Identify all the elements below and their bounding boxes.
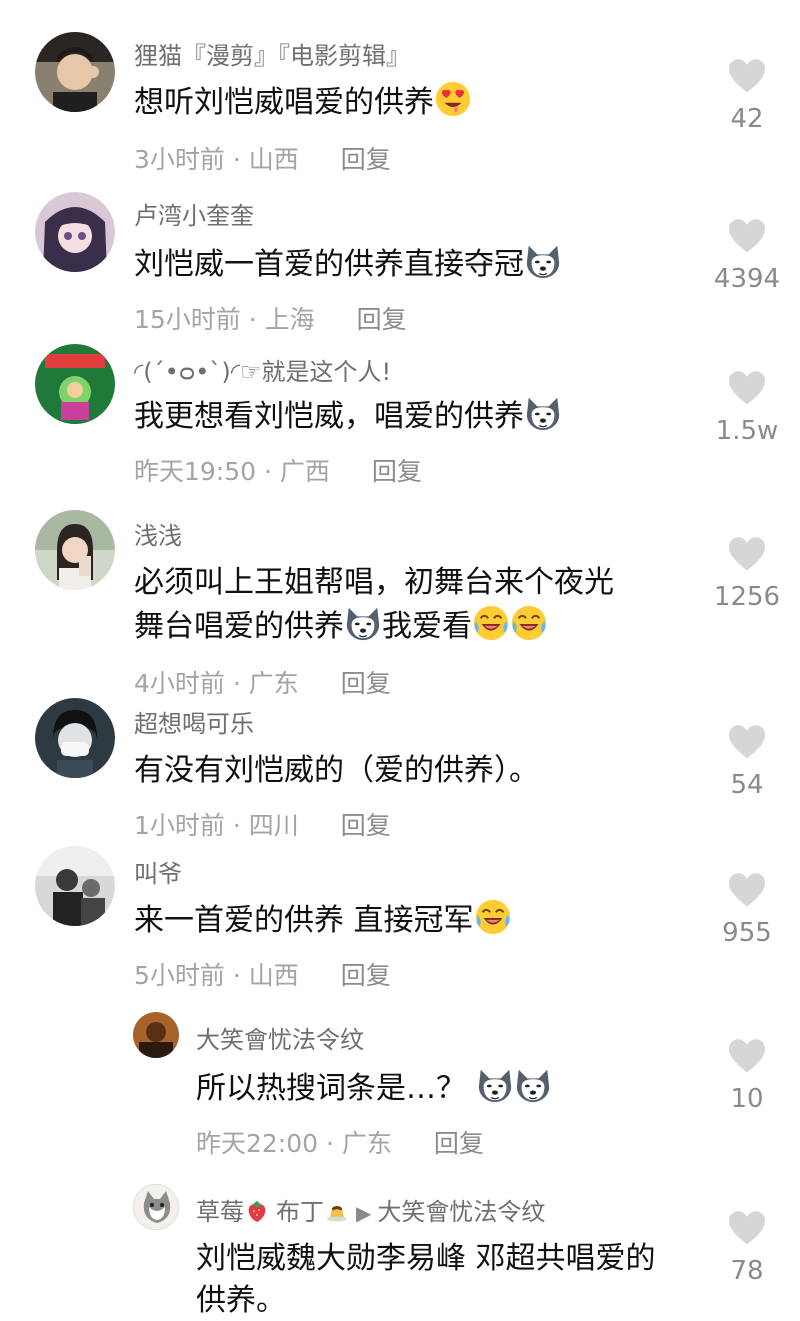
timestamp: 5小时前 (134, 961, 225, 990)
reply-meta: 昨天22:00 · 广东 回复 (196, 1124, 484, 1160)
comment-meta: 昨天19:50 · 广西 回复 (134, 452, 422, 488)
like-count: 1.5w (715, 416, 779, 446)
timestamp: 昨天22:00 (196, 1129, 319, 1158)
reply-text: 刘恺威魏大勋李易峰 邓超共唱爱的 供养。 (196, 1241, 656, 1318)
location: 四川 (248, 811, 299, 840)
reply-username-line: 草莓 布丁 ▶ 大笑會忧法令纹 (196, 1192, 545, 1227)
like-count: 10 (730, 1084, 764, 1114)
comment-text: 想听刘恺威唱爱的供养 (134, 80, 472, 124)
location: 山西 (248, 961, 299, 990)
heart-icon[interactable] (727, 218, 767, 254)
heart-icon[interactable] (727, 58, 767, 94)
comment-text: 必须叫上王姐帮唱，初舞台来个夜光 舞台唱爱的供养 我爱看 (134, 565, 614, 644)
laughing-tears-emoji-icon (510, 604, 548, 642)
reply-text: 所以热搜词条是…？ (196, 1066, 552, 1110)
comment-text: 刘恺威一首爱的供养直接夺冠 (134, 242, 562, 286)
location: 上海 (264, 305, 315, 334)
username-suffix: 布丁 (276, 1198, 324, 1226)
husky-dog-emoji-icon (476, 1066, 514, 1104)
reply-button[interactable]: 回复 (341, 961, 391, 990)
like-button[interactable]: 955 (705, 872, 789, 948)
husky-dog-emoji-icon (344, 604, 382, 642)
husky-dog-emoji-icon (524, 242, 562, 280)
comment-meta: 5小时前 · 山西 回复 (134, 956, 391, 992)
reply-to-username[interactable]: 大笑會忧法令纹 (377, 1198, 545, 1226)
separator: · (264, 457, 272, 486)
location: 山西 (248, 145, 299, 174)
like-button[interactable]: 1.5w (705, 370, 789, 446)
avatar[interactable] (35, 846, 115, 926)
heart-icon[interactable] (727, 724, 767, 760)
avatar[interactable] (133, 1184, 179, 1230)
like-count: 4394 (713, 264, 781, 294)
laughing-tears-emoji-icon (474, 898, 512, 936)
like-button[interactable]: 54 (705, 724, 789, 800)
comment-text: 有没有刘恺威的（爱的供养）。 (134, 753, 539, 788)
separator: · (232, 961, 241, 990)
like-button[interactable]: 42 (705, 58, 789, 134)
reply-button[interactable]: 回复 (341, 145, 391, 174)
heart-icon[interactable] (727, 1038, 767, 1074)
avatar[interactable] (35, 344, 115, 424)
timestamp: 昨天19:50 (134, 457, 257, 486)
reply-button[interactable]: 回复 (357, 305, 407, 334)
like-button[interactable]: 1256 (705, 536, 789, 612)
separator: · (232, 811, 241, 840)
comment-meta: 3小时前 · 山西 回复 (134, 140, 391, 176)
location: 广东 (248, 669, 299, 698)
timestamp: 15小时前 (134, 305, 241, 334)
location: 广西 (279, 457, 330, 486)
username[interactable]: 大笑會忧法令纹 (196, 1020, 364, 1055)
timestamp: 1小时前 (134, 811, 225, 840)
comment-meta: 15小时前 · 上海 回复 (134, 300, 407, 336)
like-count: 955 (722, 918, 772, 948)
separator: · (232, 669, 241, 698)
reply-button[interactable]: 回复 (341, 811, 391, 840)
avatar[interactable] (35, 510, 115, 590)
avatar[interactable] (133, 1012, 179, 1058)
username[interactable]: 草莓 (196, 1198, 244, 1226)
comment-meta: 4小时前 · 广东 回复 (134, 664, 391, 700)
comment-meta: 1小时前 · 四川 回复 (134, 806, 391, 842)
timestamp: 4小时前 (134, 669, 225, 698)
timestamp: 3小时前 (134, 145, 225, 174)
like-button[interactable]: 4394 (705, 218, 789, 294)
heart-icon[interactable] (727, 370, 767, 406)
heart-icon[interactable] (727, 536, 767, 572)
like-count: 1256 (713, 582, 781, 612)
like-button[interactable]: 78 (705, 1210, 789, 1286)
like-count: 54 (730, 770, 764, 800)
username[interactable]: 狸猫『漫剪』『电影剪辑』 (134, 36, 410, 71)
username[interactable]: 浅浅 (134, 516, 182, 551)
comment-text: 来一首爱的供养 直接冠军 (134, 898, 512, 942)
husky-dog-emoji-icon (514, 1066, 552, 1104)
reply-button[interactable]: 回复 (434, 1129, 484, 1158)
reply-button[interactable]: 回复 (341, 669, 391, 698)
username[interactable]: ◜(ˊ•ᴑ•ˋ)◜☞就是这个人! (134, 352, 391, 387)
username[interactable]: 卢湾小奎奎 (134, 196, 254, 231)
separator: · (232, 145, 241, 174)
username[interactable]: 叫爷 (134, 854, 182, 889)
separator: · (326, 1129, 334, 1158)
strawberry-icon (244, 1198, 270, 1224)
like-count: 42 (730, 104, 764, 134)
pudding-icon (324, 1198, 350, 1224)
heart-icon[interactable] (727, 872, 767, 908)
location: 广东 (341, 1129, 392, 1158)
like-count: 78 (730, 1256, 764, 1286)
username[interactable]: 超想喝可乐 (134, 704, 254, 739)
avatar[interactable] (35, 32, 115, 112)
heart-eyes-emoji-icon (434, 80, 472, 118)
like-button[interactable]: 10 (705, 1038, 789, 1114)
laughing-tears-emoji-icon (472, 604, 510, 642)
husky-dog-emoji-icon (524, 394, 562, 432)
avatar[interactable] (35, 698, 115, 778)
comment-text: 我更想看刘恺威，唱爱的供养 (134, 394, 562, 438)
separator: · (248, 305, 257, 334)
play-arrow-icon: ▶ (356, 1201, 372, 1225)
reply-button[interactable]: 回复 (372, 457, 422, 486)
heart-icon[interactable] (727, 1210, 767, 1246)
avatar[interactable] (35, 192, 115, 272)
